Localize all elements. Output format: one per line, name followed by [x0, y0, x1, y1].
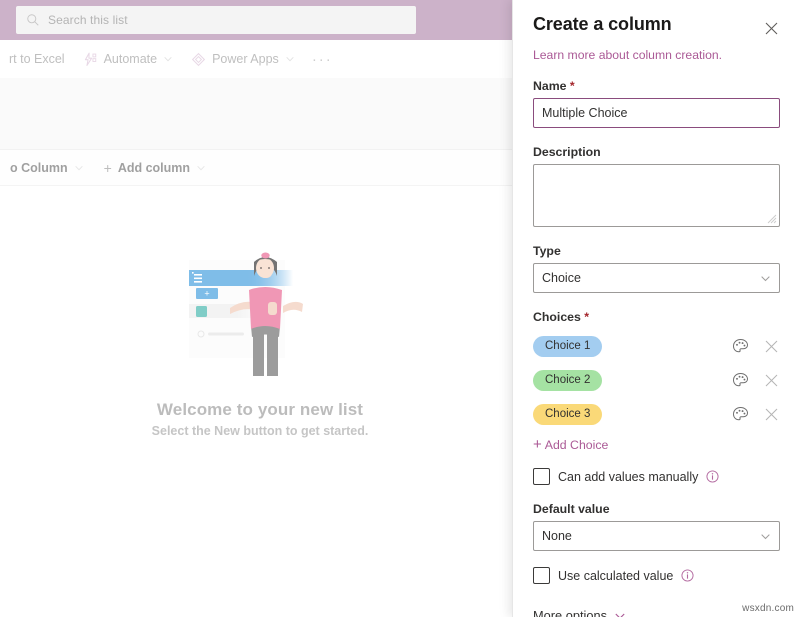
add-column-button[interactable]: + Add column — [94, 160, 216, 176]
can-add-values-label: Can add values manually — [558, 470, 698, 484]
learn-more-link[interactable]: Learn more about column creation. — [533, 48, 780, 62]
plus-icon: + — [533, 437, 542, 452]
list-toolbar-filler — [0, 78, 520, 150]
column-header-label-1: Add column — [118, 161, 190, 175]
choice-value: Choice 3 — [545, 408, 590, 420]
welcome-title: Welcome to your new list — [157, 400, 363, 420]
command-bar: rt to Excel Automate Power Apps — [0, 40, 520, 78]
info-icon[interactable] — [681, 569, 694, 582]
name-label-text: Name — [533, 79, 567, 93]
power-apps-icon — [191, 52, 206, 67]
name-label: Name * — [533, 79, 780, 93]
choice-actions — [732, 372, 780, 389]
add-choice-button[interactable]: + Add Choice — [533, 437, 780, 452]
plus-icon: + — [104, 160, 112, 176]
column-header-label-0: o Column — [10, 161, 68, 175]
choice-row: Choice 2 — [533, 363, 780, 397]
use-calculated-value-checkbox[interactable] — [533, 567, 550, 584]
remove-choice-icon[interactable] — [765, 408, 778, 421]
more-options-label: More options — [533, 608, 607, 617]
color-palette-icon[interactable] — [732, 338, 749, 355]
type-label: Type — [533, 244, 780, 258]
column-header-info-column[interactable]: o Column — [0, 161, 94, 175]
choice-pill[interactable]: Choice 3 — [533, 404, 602, 425]
choice-actions — [732, 338, 780, 355]
choice-pill[interactable]: Choice 2 — [533, 370, 602, 391]
cmd-label-automate: Automate — [104, 52, 158, 66]
name-input[interactable]: Multiple Choice — [533, 98, 780, 128]
chevron-down-icon — [196, 163, 206, 173]
create-column-panel: Create a column Learn more about column … — [512, 0, 800, 617]
use-calculated-value-checkbox-row[interactable]: Use calculated value — [533, 567, 780, 584]
chevron-down-icon — [74, 163, 84, 173]
cmd-automate[interactable]: Automate — [74, 44, 183, 74]
use-calculated-value-label: Use calculated value — [558, 569, 673, 583]
automate-icon — [83, 52, 98, 67]
default-value-select-value: None — [542, 529, 572, 543]
person-with-list-illustration: + — [175, 242, 345, 382]
close-icon — [765, 22, 778, 35]
svg-text:+: + — [204, 289, 209, 299]
cmd-power-apps[interactable]: Power Apps — [182, 44, 304, 74]
default-value-select[interactable]: None — [533, 521, 780, 551]
required-asterisk: * — [584, 310, 589, 324]
suite-header-bar: Search this list — [0, 0, 520, 40]
can-add-values-checkbox-row[interactable]: Can add values manually — [533, 468, 780, 485]
color-palette-icon[interactable] — [732, 372, 749, 389]
welcome-subtitle: Select the New button to get started. — [152, 424, 369, 438]
cmd-export-to-excel[interactable]: rt to Excel — [0, 44, 74, 74]
choices-list: Choice 1 Choice 2 — [533, 329, 780, 431]
search-input[interactable]: Search this list — [16, 6, 416, 34]
empty-state: + Welcome to you — [0, 190, 520, 617]
chevron-down-icon — [760, 531, 771, 542]
color-palette-icon[interactable] — [732, 406, 749, 423]
chevron-down-icon — [614, 610, 626, 617]
cmd-label-export: rt to Excel — [9, 52, 65, 66]
type-select-value: Choice — [542, 271, 581, 285]
choices-label-text: Choices — [533, 310, 581, 324]
choice-actions — [732, 406, 780, 423]
can-add-values-checkbox[interactable] — [533, 468, 550, 485]
search-icon — [26, 13, 40, 27]
page-title: Create a column — [533, 14, 672, 35]
resize-handle-icon[interactable] — [767, 214, 777, 224]
close-button[interactable] — [758, 15, 784, 41]
watermark: wsxdn.com — [742, 603, 794, 614]
background-list-app: Search this list rt to Excel Automate — [0, 0, 520, 617]
panel-header: Create a column — [533, 0, 780, 41]
description-textarea[interactable] — [533, 164, 780, 227]
chevron-down-icon — [285, 54, 295, 64]
name-input-value: Multiple Choice — [542, 106, 627, 120]
chevron-down-icon — [163, 54, 173, 64]
choice-pill[interactable]: Choice 1 — [533, 336, 602, 357]
screen-root: Search this list rt to Excel Automate — [0, 0, 800, 617]
remove-choice-icon[interactable] — [765, 374, 778, 387]
choice-value: Choice 2 — [545, 374, 590, 386]
type-select[interactable]: Choice — [533, 263, 780, 293]
add-choice-label: Add Choice — [545, 438, 609, 452]
choice-value: Choice 1 — [545, 340, 590, 352]
default-value-label: Default value — [533, 502, 780, 516]
description-label: Description — [533, 145, 780, 159]
cmd-overflow-button[interactable]: ··· — [304, 51, 341, 68]
cmd-label-power-apps: Power Apps — [212, 52, 279, 66]
remove-choice-icon[interactable] — [765, 340, 778, 353]
required-asterisk: * — [570, 79, 575, 93]
choices-label: Choices * — [533, 310, 780, 324]
column-header-row: o Column + Add column — [0, 150, 520, 186]
choice-row: Choice 1 — [533, 329, 780, 363]
choice-row: Choice 3 — [533, 397, 780, 431]
search-placeholder: Search this list — [48, 13, 128, 27]
chevron-down-icon — [760, 273, 771, 284]
info-icon[interactable] — [706, 470, 719, 483]
